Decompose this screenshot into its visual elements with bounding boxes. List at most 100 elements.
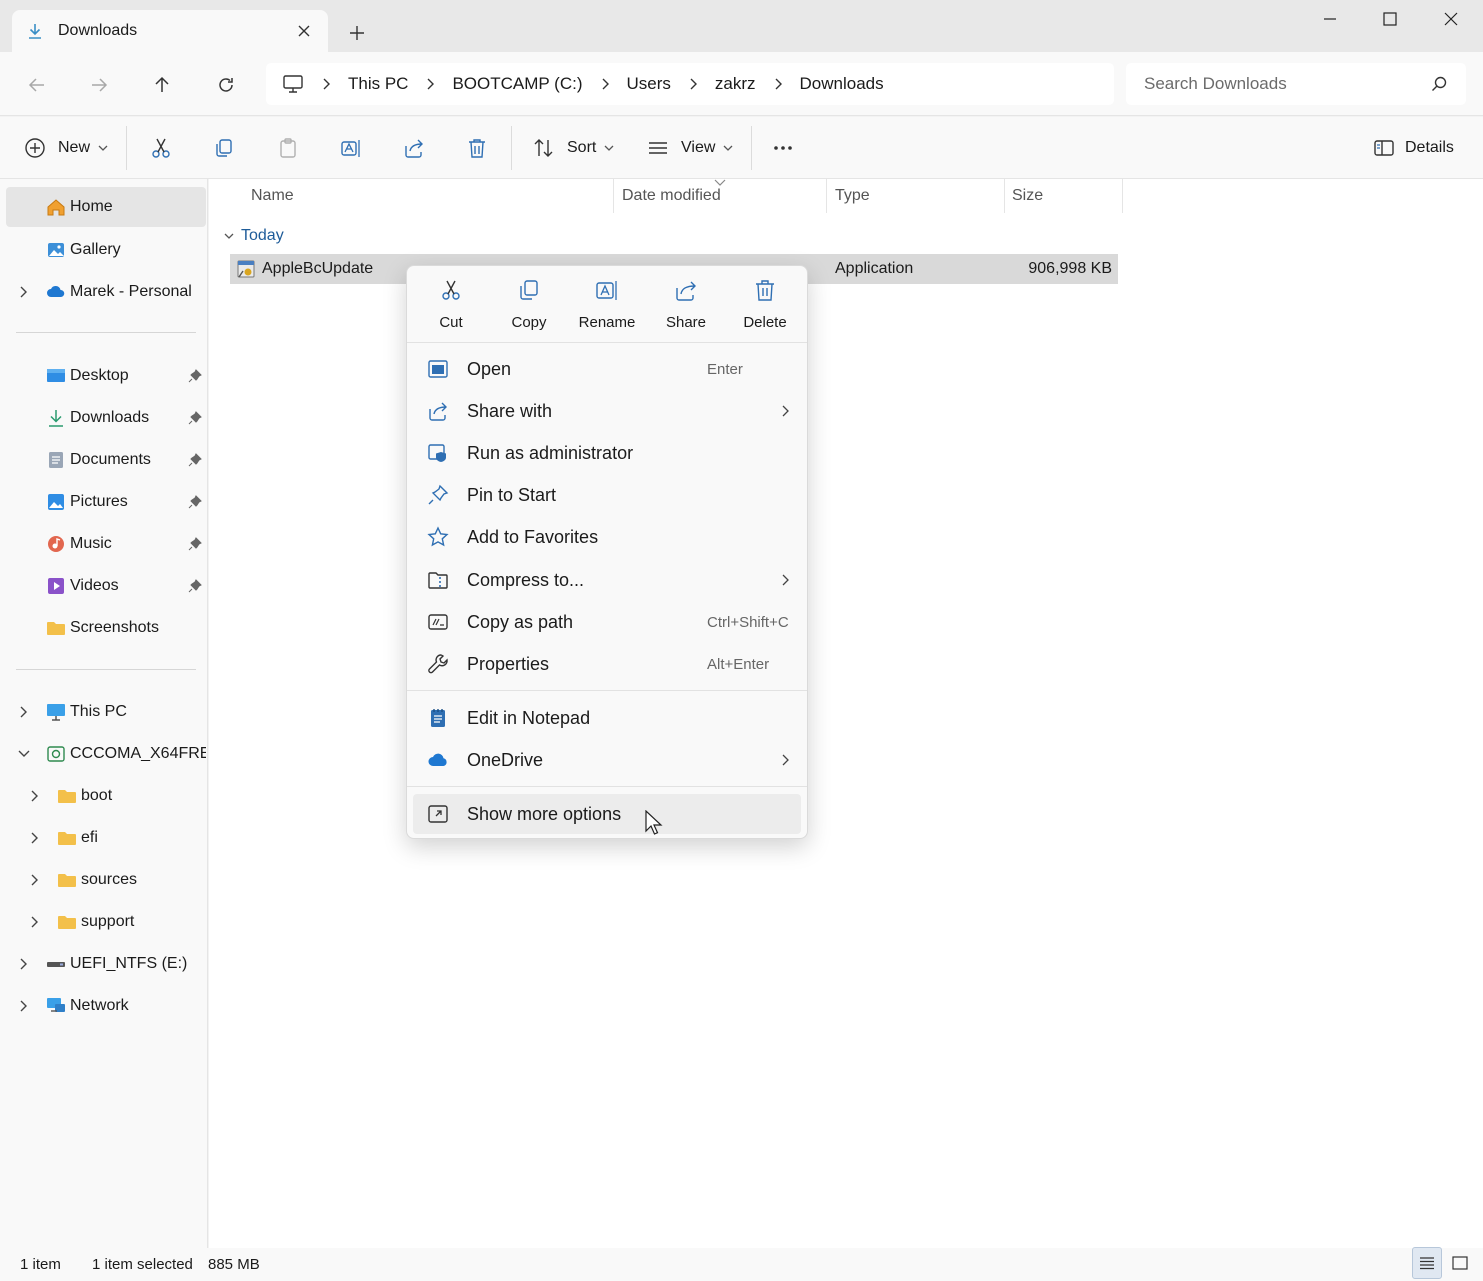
rename-action[interactable]: Rename bbox=[571, 278, 643, 338]
chevron-down-icon[interactable] bbox=[18, 748, 30, 760]
close-icon bbox=[298, 25, 310, 37]
column-header-date[interactable]: Date modified bbox=[622, 187, 721, 205]
archive-icon bbox=[428, 572, 448, 589]
copy-icon bbox=[216, 139, 232, 157]
breadcrumb-users[interactable]: Users bbox=[627, 74, 671, 94]
share-button[interactable] bbox=[403, 132, 425, 164]
menu-item-properties[interactable]: Properties Alt+Enter bbox=[413, 644, 801, 684]
sort-button[interactable]: Sort bbox=[533, 132, 614, 164]
column-divider[interactable] bbox=[826, 179, 827, 213]
pin-icon bbox=[428, 484, 449, 505]
tiles-view-button[interactable] bbox=[1445, 1247, 1475, 1279]
address-bar: This PC BOOTCAMP (C:) Users zakrz Downlo… bbox=[0, 52, 1483, 116]
chevron-right-icon bbox=[782, 754, 789, 766]
sidebar-item-network[interactable]: Network bbox=[0, 986, 206, 1026]
sidebar-item-sources[interactable]: sources bbox=[0, 860, 206, 900]
column-header-name[interactable]: Name bbox=[251, 187, 294, 205]
column-header-size[interactable]: Size bbox=[1012, 187, 1043, 205]
sidebar-item-home[interactable]: Home bbox=[6, 187, 206, 227]
close-window-button[interactable] bbox=[1427, 4, 1475, 34]
tab-downloads[interactable]: Downloads bbox=[12, 10, 328, 52]
column-header-type[interactable]: Type bbox=[835, 187, 870, 205]
paste-button[interactable] bbox=[277, 132, 299, 164]
sidebar-item-desktop[interactable]: Desktop bbox=[0, 356, 206, 396]
sidebar-item-support[interactable]: support bbox=[0, 902, 206, 942]
back-button[interactable] bbox=[20, 68, 54, 102]
menu-item-show-more-options[interactable]: Show more options bbox=[413, 794, 801, 834]
download-icon bbox=[29, 24, 41, 39]
cut-action[interactable]: Cut bbox=[415, 278, 487, 338]
new-button[interactable]: New bbox=[24, 132, 108, 164]
delete-button[interactable] bbox=[466, 132, 488, 164]
chevron-right-icon[interactable] bbox=[18, 1000, 30, 1012]
maximize-button[interactable] bbox=[1366, 4, 1414, 34]
menu-item-edit-in-notepad[interactable]: Edit in Notepad bbox=[413, 698, 801, 738]
chevron-right-icon bbox=[424, 78, 436, 90]
menu-item-copy-as-path[interactable]: Copy as path Ctrl+Shift+C bbox=[413, 602, 801, 642]
details-button[interactable]: Details bbox=[1373, 132, 1454, 164]
search-box[interactable] bbox=[1126, 63, 1466, 105]
chevron-right-icon[interactable] bbox=[29, 916, 41, 928]
rename-button[interactable] bbox=[340, 132, 362, 164]
menu-item-compress-to[interactable]: Compress to... bbox=[413, 560, 801, 600]
breadcrumb-zakrz[interactable]: zakrz bbox=[715, 74, 756, 94]
sidebar-item-uefi-ntfs[interactable]: UEFI_NTFS (E:) bbox=[0, 944, 206, 984]
view-label: View bbox=[681, 139, 716, 156]
group-header-today[interactable]: Today bbox=[223, 227, 284, 245]
search-input[interactable] bbox=[1144, 74, 1430, 94]
view-button[interactable]: View bbox=[647, 132, 733, 164]
chevron-right-icon[interactable] bbox=[18, 286, 30, 298]
up-button[interactable] bbox=[145, 68, 179, 102]
share-action[interactable]: Share bbox=[650, 278, 722, 338]
menu-item-open[interactable]: Open Enter bbox=[413, 349, 801, 389]
sidebar-item-boot[interactable]: boot bbox=[0, 776, 206, 816]
menu-item-label: Edit in Notepad bbox=[467, 707, 591, 728]
sidebar-item-music[interactable]: Music bbox=[0, 524, 206, 564]
search-icon bbox=[1432, 76, 1447, 91]
sidebar-item-label: This PC bbox=[70, 703, 127, 720]
sidebar-item-documents[interactable]: Documents bbox=[0, 440, 206, 480]
tab-title: Downloads bbox=[58, 22, 138, 39]
sidebar-item-downloads[interactable]: Downloads bbox=[0, 398, 206, 438]
menu-item-run-as-admin[interactable]: Run as administrator bbox=[413, 433, 801, 473]
menu-item-add-to-favorites[interactable]: Add to Favorites bbox=[413, 517, 801, 557]
column-divider[interactable] bbox=[1122, 179, 1123, 213]
chevron-right-icon[interactable] bbox=[18, 958, 30, 970]
chevron-right-icon[interactable] bbox=[29, 832, 41, 844]
breadcrumb-downloads[interactable]: Downloads bbox=[800, 74, 884, 94]
menu-item-onedrive[interactable]: OneDrive bbox=[413, 740, 801, 780]
breadcrumb-bootcamp[interactable]: BOOTCAMP (C:) bbox=[452, 74, 582, 94]
minimize-button[interactable] bbox=[1306, 4, 1354, 34]
sidebar-item-videos[interactable]: Videos bbox=[0, 566, 206, 606]
sidebar-item-this-pc[interactable]: This PC bbox=[0, 692, 206, 732]
cut-button[interactable] bbox=[150, 132, 172, 164]
new-tab-button[interactable] bbox=[344, 20, 370, 46]
chevron-right-icon[interactable] bbox=[29, 874, 41, 886]
refresh-button[interactable] bbox=[209, 68, 243, 102]
maximize-icon bbox=[1383, 12, 1397, 26]
chevron-right-icon[interactable] bbox=[18, 706, 30, 718]
delete-action[interactable]: Delete bbox=[729, 278, 801, 338]
music-icon bbox=[48, 536, 64, 552]
sidebar-item-efi[interactable]: efi bbox=[0, 818, 206, 858]
close-tab-button[interactable] bbox=[294, 21, 314, 41]
sidebar-item-screenshots[interactable]: Screenshots bbox=[0, 608, 206, 648]
menu-item-pin-to-start[interactable]: Pin to Start bbox=[413, 475, 801, 515]
details-view-button[interactable] bbox=[1412, 1247, 1442, 1279]
scissors-icon bbox=[152, 138, 170, 158]
breadcrumb[interactable]: This PC BOOTCAMP (C:) Users zakrz Downlo… bbox=[266, 63, 1114, 105]
sidebar-item-onedrive[interactable]: Marek - Personal bbox=[0, 272, 206, 312]
column-divider[interactable] bbox=[613, 179, 614, 213]
new-label: New bbox=[58, 139, 91, 156]
sidebar-item-pictures[interactable]: Pictures bbox=[0, 482, 206, 522]
breadcrumb-this-pc[interactable]: This PC bbox=[348, 74, 408, 94]
sidebar-item-gallery[interactable]: Gallery bbox=[0, 230, 206, 270]
column-divider[interactable] bbox=[1004, 179, 1005, 213]
more-options-button[interactable] bbox=[772, 132, 794, 164]
menu-item-share-with[interactable]: Share with bbox=[413, 391, 801, 431]
copy-button[interactable] bbox=[213, 132, 235, 164]
sidebar-item-cccoma-drive[interactable]: CCCOMA_X64FRE_E bbox=[0, 734, 206, 774]
forward-button[interactable] bbox=[82, 68, 116, 102]
chevron-right-icon[interactable] bbox=[29, 790, 41, 802]
copy-action[interactable]: Copy bbox=[493, 278, 565, 338]
